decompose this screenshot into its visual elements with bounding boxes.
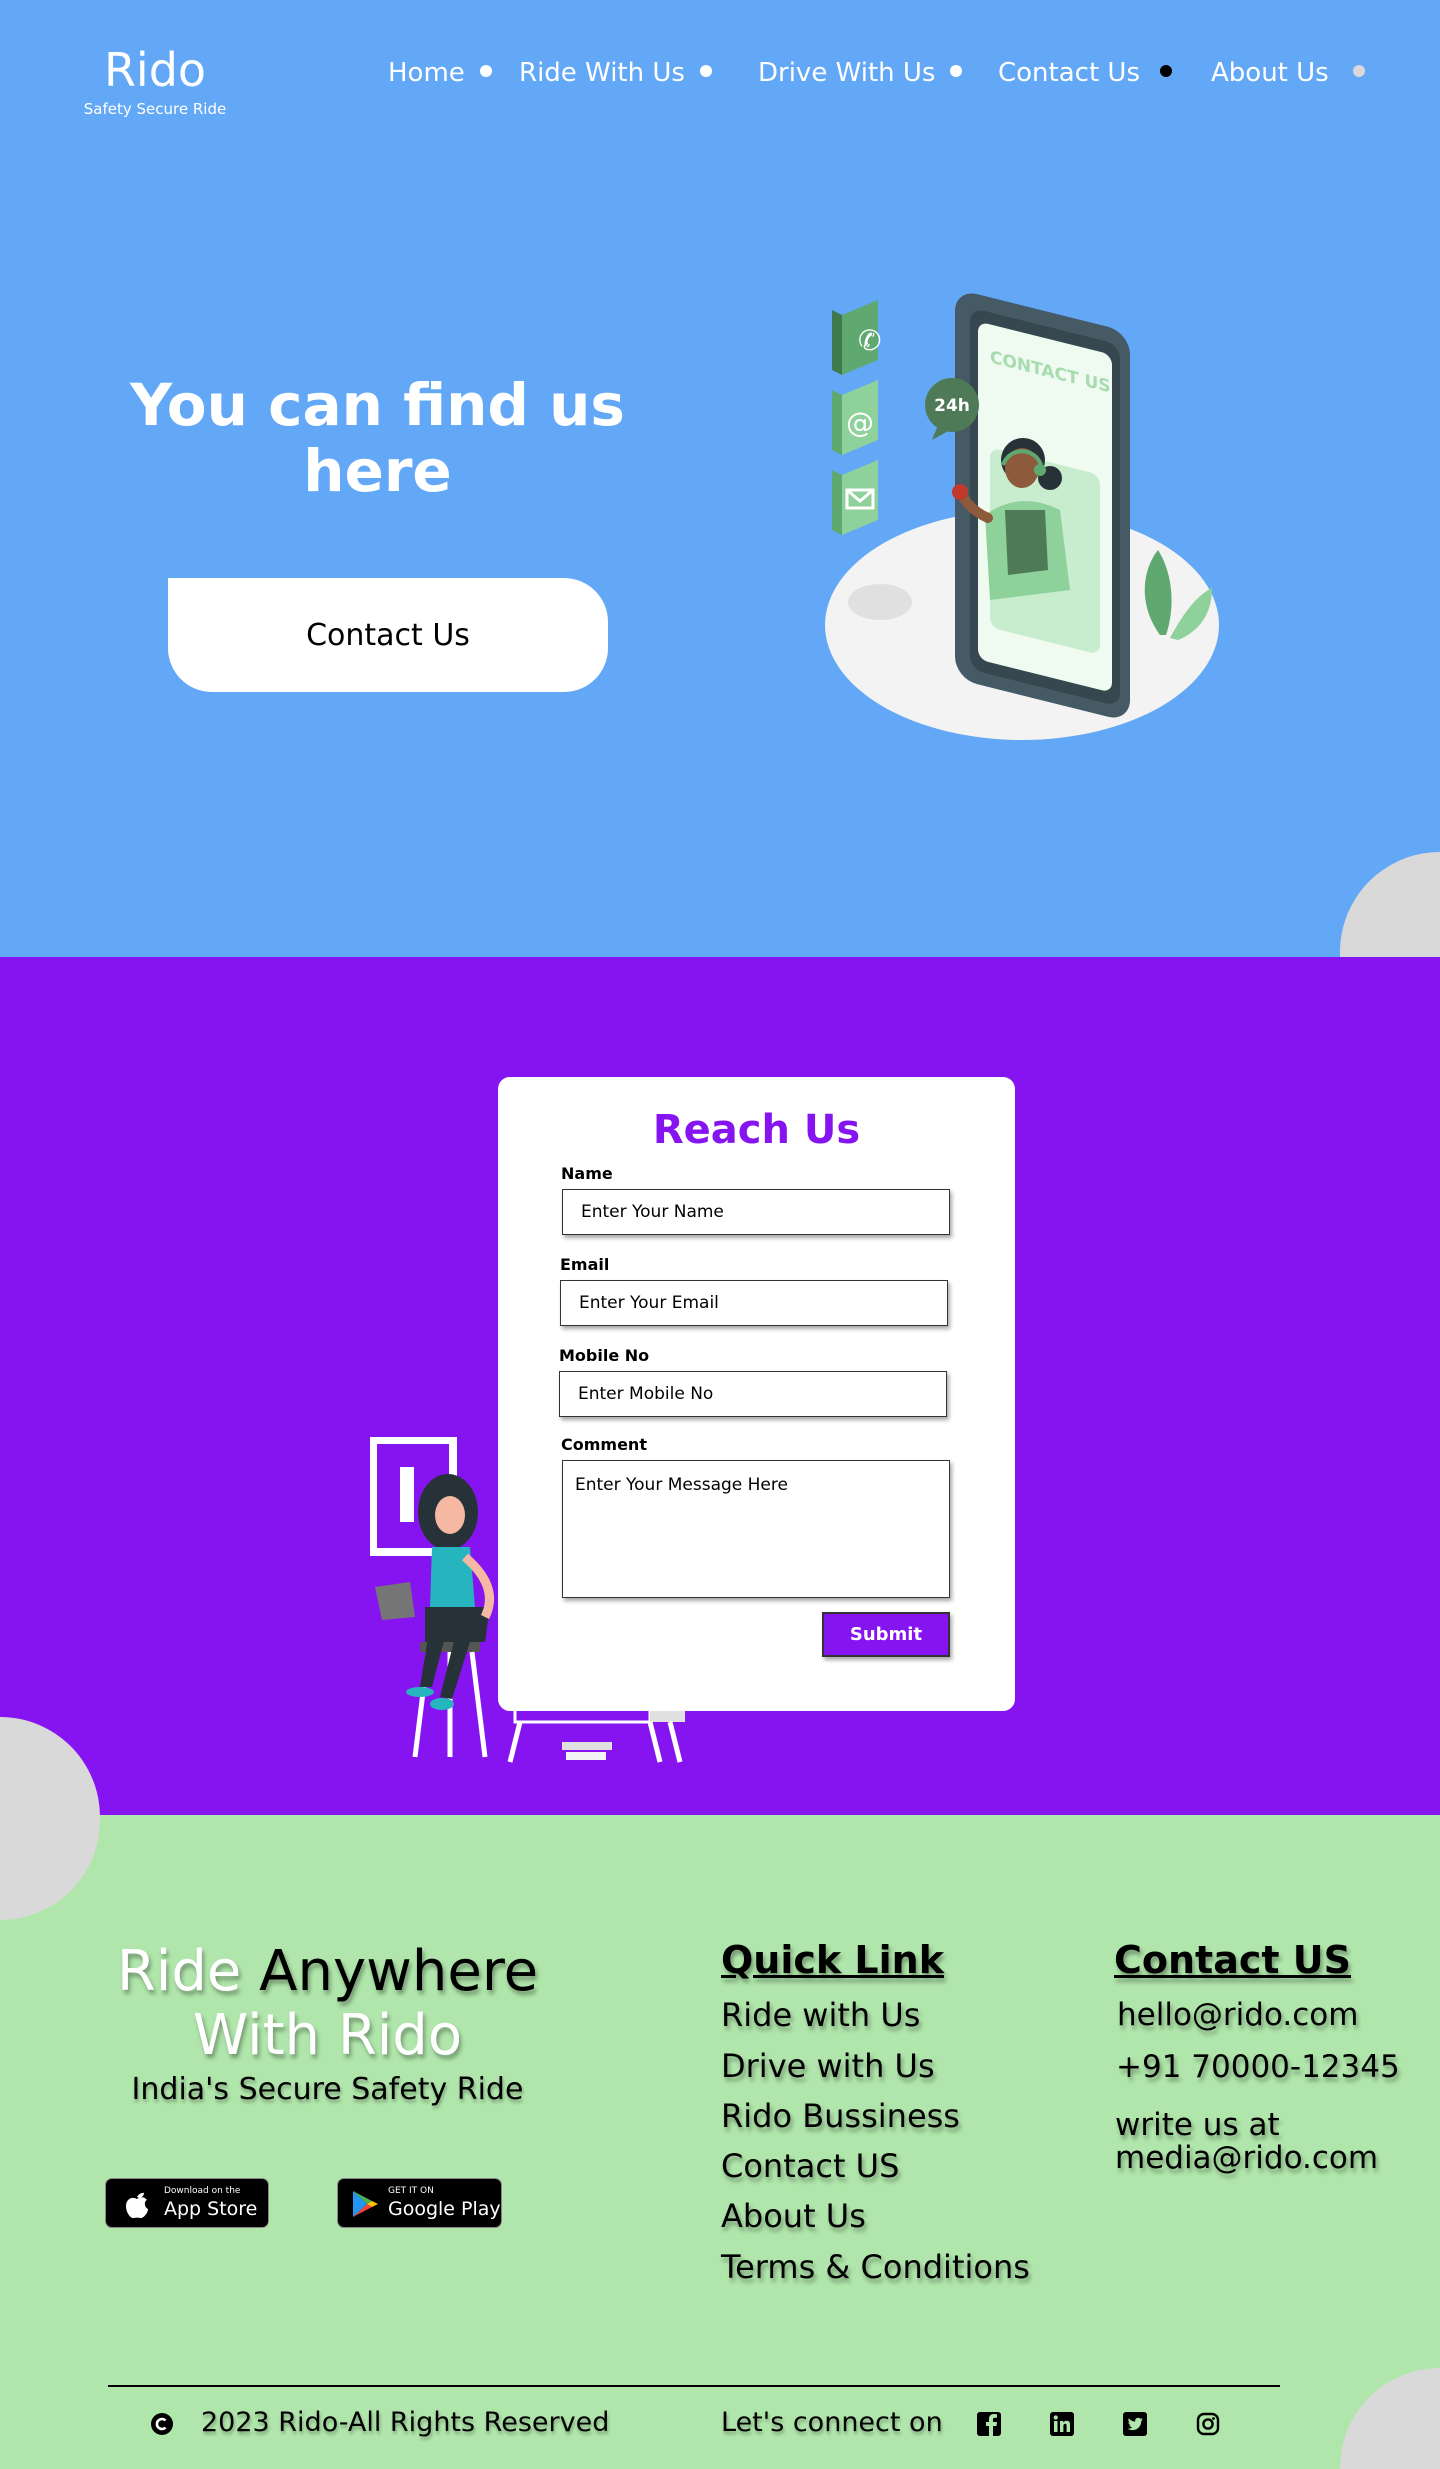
nav-home[interactable]: Home	[388, 55, 465, 91]
instagram-icon[interactable]	[1195, 2411, 1221, 2437]
google-play-big-text: Google Play	[388, 2198, 501, 2220]
mail-icon	[832, 460, 878, 535]
nav-dot-active	[1160, 65, 1172, 77]
submit-button[interactable]: Submit	[822, 1612, 950, 1657]
24h-badge-text: 24h	[934, 396, 970, 416]
name-input[interactable]	[562, 1189, 950, 1235]
contact-write-line1: write us at	[1115, 2107, 1280, 2143]
contact-us-button[interactable]: Contact Us	[168, 578, 608, 692]
hero-title: You can find us here	[130, 371, 625, 505]
comment-label: Comment	[561, 1435, 647, 1454]
quick-link-about-us[interactable]: About Us	[721, 2196, 866, 2236]
contact-heading: Contact US	[1114, 1938, 1351, 1982]
app-store-big-text: App Store	[164, 2198, 258, 2220]
form-title: Reach Us	[652, 1107, 861, 1153]
apple-icon	[126, 2192, 148, 2219]
phone-icon: ✆	[832, 300, 881, 375]
twitter-icon[interactable]	[1122, 2411, 1148, 2437]
reach-us-section: Reach Us Name Email Mobile No Comment Su…	[0, 957, 1440, 1815]
footer-tagline: Ride Anywhere With Rido	[80, 1940, 575, 2068]
footer-subtitle: India's Secure Safety Ride	[131, 2072, 524, 2107]
contact-email[interactable]: hello@rido.com	[1117, 1997, 1358, 2033]
quick-link-heading: Quick Link	[721, 1938, 944, 1982]
tagline-part3: With Rido	[192, 2003, 463, 2068]
reach-us-card: Reach Us Name Email Mobile No Comment Su…	[498, 1077, 1015, 1711]
svg-text:✆: ✆	[858, 324, 881, 357]
hero-section: Rido Safety Secure Ride Home Ride With U…	[0, 0, 1440, 957]
facebook-icon[interactable]	[976, 2411, 1002, 2437]
nav-drive-with-us[interactable]: Drive With Us	[758, 55, 935, 91]
footer-divider	[108, 2385, 1280, 2387]
nav-dot	[480, 65, 492, 77]
mobile-label: Mobile No	[559, 1346, 650, 1365]
connect-text: Let's connect on	[721, 2407, 943, 2438]
nav-dot	[700, 65, 712, 77]
at-icon: @	[832, 380, 878, 455]
contact-phone[interactable]: +91 70000-12345	[1116, 2049, 1400, 2085]
nav-ride-with-us[interactable]: Ride With Us	[519, 55, 685, 91]
linkedin-icon[interactable]	[1049, 2411, 1075, 2437]
decor-circle	[0, 1717, 100, 1815]
quick-link-ride-with-us[interactable]: Ride with Us	[721, 1995, 920, 2035]
footer: Ride Anywhere With Rido India's Secure S…	[0, 1815, 1440, 2469]
nav-contact-us[interactable]: Contact Us	[998, 55, 1140, 91]
decor-circle	[1340, 852, 1440, 957]
google-play-icon	[353, 2191, 378, 2217]
quick-link-drive-with-us[interactable]: Drive with Us	[721, 2046, 935, 2086]
copyright-icon	[151, 2413, 173, 2435]
app-store-badge[interactable]: Download on the App Store	[105, 2178, 269, 2228]
email-label: Email	[560, 1255, 610, 1274]
nav-about-us[interactable]: About Us	[1211, 55, 1329, 91]
quick-link-rido-business[interactable]: Rido Bussiness	[721, 2096, 960, 2136]
svg-text:@: @	[846, 406, 874, 439]
logo-tagline: Safety Secure Ride	[83, 100, 227, 118]
nav-dot	[950, 65, 962, 77]
name-label: Name	[561, 1164, 613, 1183]
tagline-part1: Ride	[116, 1939, 242, 2004]
google-play-badge[interactable]: GET IT ON Google Play	[337, 2178, 502, 2228]
app-store-small-text: Download on the	[164, 2186, 241, 2196]
quick-link-terms[interactable]: Terms & Conditions	[721, 2247, 1030, 2287]
comment-textarea[interactable]	[562, 1460, 950, 1598]
decor-circle	[1340, 2368, 1440, 2469]
copyright-text: 2023 Rido-All Rights Reserved	[201, 2407, 610, 2438]
quick-link-contact-us[interactable]: Contact US	[721, 2146, 899, 2186]
tagline-part2: Anywhere	[259, 1939, 539, 2004]
email-input[interactable]	[560, 1280, 948, 1326]
contact-write-email[interactable]: media@rido.com	[1115, 2140, 1378, 2176]
mobile-input[interactable]	[559, 1371, 947, 1417]
google-play-small-text: GET IT ON	[388, 2186, 434, 2196]
main-nav: Home Ride With Us Drive With Us Contact …	[0, 55, 1440, 91]
nav-dot	[1353, 65, 1365, 77]
contact-illustration: CONTACT US 24h ✆ @	[825, 293, 1219, 740]
decor-circle	[0, 1815, 100, 1920]
